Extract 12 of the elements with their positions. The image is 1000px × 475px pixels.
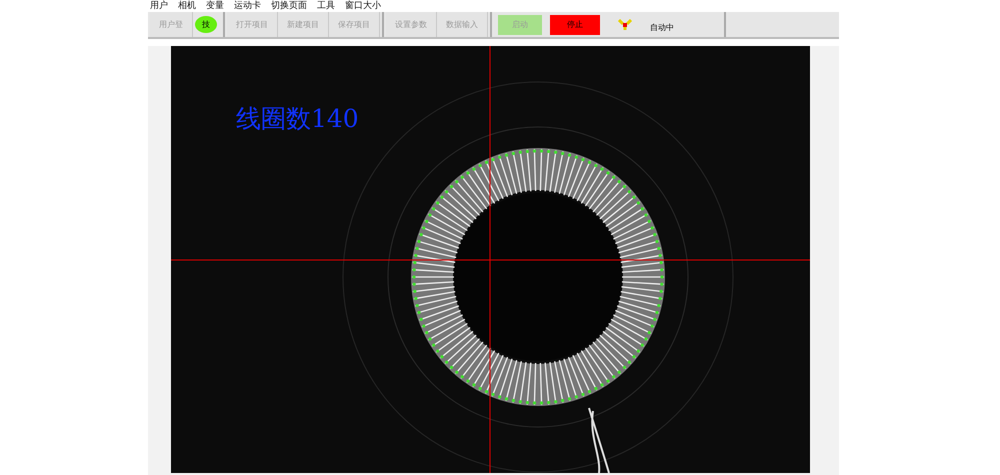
menu-item[interactable]: 工具	[317, 0, 335, 12]
user-badge: 技	[195, 16, 217, 33]
menu-item[interactable]: 用户	[150, 0, 168, 12]
menu-item[interactable]: 切换页面	[271, 0, 307, 12]
menu-item[interactable]: 窗口大小	[345, 0, 381, 12]
coil-count-text: 线圈数140	[236, 103, 359, 135]
menu-item[interactable]: 相机	[178, 0, 196, 12]
menu-item[interactable]: 变量	[206, 0, 224, 12]
status-text: 自动中	[650, 22, 674, 33]
menu-item[interactable]: 运动卡	[234, 0, 261, 12]
stop-button[interactable]: 停止	[550, 14, 600, 34]
tool-icon	[618, 18, 632, 30]
